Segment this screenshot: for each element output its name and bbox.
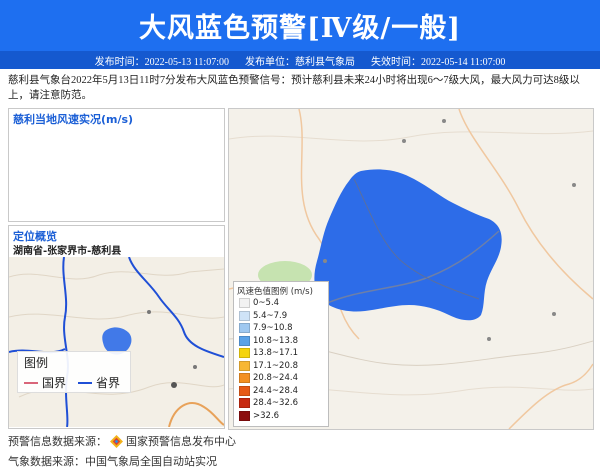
wind-range-label: 20.8~24.4 <box>253 373 298 383</box>
wind-range-label: 13.8~17.1 <box>253 348 298 358</box>
wind-range-label: 7.9~10.8 <box>253 323 293 333</box>
expire-time: 失效时间：2022-05-14 11:07:00 <box>371 56 506 68</box>
wind-legend-item: 24.4~28.4 <box>239 385 298 396</box>
warning-meta-bar: 发布时间：2022-05-13 11:07:00 发布单位：慈利县气象局 失效时… <box>0 51 600 69</box>
wind-swatch <box>239 373 250 383</box>
national-border-swatch <box>24 381 38 384</box>
weather-source-label: 气象数据来源：中国气象局全国自动站实况 <box>8 456 217 468</box>
overview-legend: 图例 国界 省界 <box>17 351 131 393</box>
legend-national-border: 国界 <box>24 374 66 391</box>
wind-swatch <box>239 385 250 396</box>
wind-legend-item: 13.8~17.1 <box>239 348 298 358</box>
wind-swatch <box>239 335 250 346</box>
wind-swatch <box>239 323 250 333</box>
wind-legend-item: 5.4~7.9 <box>239 310 288 321</box>
wind-speed-title: 慈利当地风速实况(m/s) <box>13 113 134 126</box>
warning-source-label: 预警信息数据来源： <box>8 436 107 448</box>
wind-range-label: 0~5.4 <box>253 298 280 308</box>
wind-legend-title: 风速色值图例 (m/s) <box>237 287 313 297</box>
wind-range-label: 24.4~28.4 <box>253 385 298 396</box>
wind-range-label: 28.4~32.6 <box>253 398 298 408</box>
wind-legend-item: 7.9~10.8 <box>239 323 293 333</box>
warning-center-link[interactable]: 国家预警信息发布中心 <box>126 433 236 449</box>
warning-source-line: 预警信息数据来源： 国家预警信息发布中心 <box>8 433 236 449</box>
wind-legend-item: 10.8~13.8 <box>239 335 298 346</box>
publisher: 发布单位：慈利县气象局 <box>245 56 355 68</box>
warning-description: 慈利县气象台2022年5月13日11时7分发布大风蓝色预警信号：预计慈利县未来2… <box>8 75 580 101</box>
wind-legend-item: 20.8~24.4 <box>239 373 298 383</box>
overview-legend-title: 图例 <box>24 356 49 370</box>
wind-range-label: 10.8~13.8 <box>253 335 298 346</box>
wind-legend-item: 0~5.4 <box>239 298 279 308</box>
warning-center-logo-icon <box>110 434 123 448</box>
province-border-label: 省界 <box>96 376 121 390</box>
wind-swatch <box>239 348 250 358</box>
location-path: 湖南省-张家界市-慈利县 <box>13 246 122 257</box>
wind-legend-item: 17.1~20.8 <box>239 360 298 371</box>
wind-swatch <box>239 360 250 371</box>
wind-swatch <box>239 298 250 308</box>
wind-legend-item: 28.4~32.6 <box>239 398 298 408</box>
main-map-panel: 风速色值图例 (m/s) 0~5.4 5.4~7.9 7.9~10.8 10.8… <box>228 108 594 430</box>
warning-title: 大风蓝色预警[Ⅳ级/一般] <box>138 13 462 44</box>
wind-legend-item: >32.6 <box>239 410 280 421</box>
wind-swatch <box>239 410 250 421</box>
wind-range-label: 5.4~7.9 <box>253 310 288 321</box>
weather-source-line: 气象数据来源：中国气象局全国自动站实况 <box>8 453 217 469</box>
wind-swatch <box>239 398 250 408</box>
province-border-swatch <box>78 381 92 384</box>
publish-time: 发布时间：2022-05-13 11:07:00 <box>94 56 229 68</box>
wind-range-label: >32.6 <box>253 410 280 421</box>
wind-legend: 风速色值图例 (m/s) 0~5.4 5.4~7.9 7.9~10.8 10.8… <box>233 281 329 427</box>
wind-speed-panel: 慈利当地风速实况(m/s) <box>8 108 225 222</box>
legend-province-border: 省界 <box>78 374 120 391</box>
overview-map[interactable] <box>9 257 224 427</box>
location-panel: 定位概览 湖南省-张家界市-慈利县 图例 国界 省界 <box>8 225 225 429</box>
wind-swatch <box>239 310 250 321</box>
wind-range-label: 17.1~20.8 <box>253 360 298 371</box>
national-border-label: 国界 <box>42 376 67 390</box>
warning-banner: 大风蓝色预警[Ⅳ级/一般] <box>0 0 600 51</box>
